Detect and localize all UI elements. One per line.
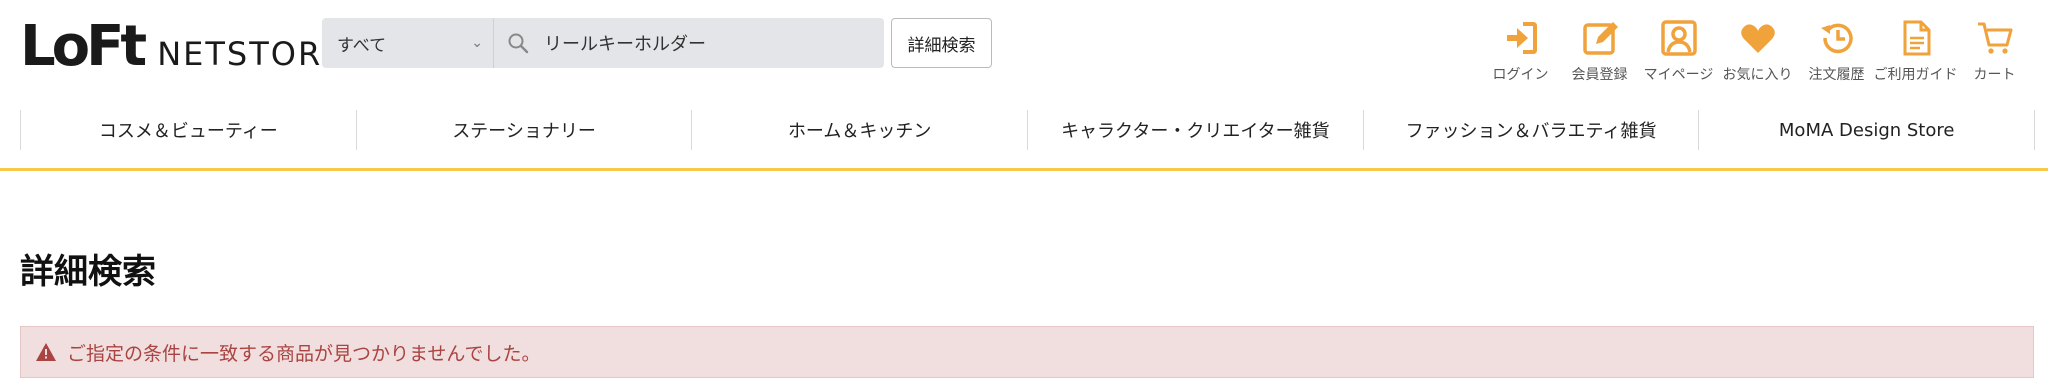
nav-item-moma-design-store[interactable]: MoMA Design Store xyxy=(1699,110,2036,150)
cart-label: カート xyxy=(1973,67,2016,83)
cart-icon xyxy=(1977,22,2012,54)
nav-item-fashion-variety[interactable]: ファッション＆バラエティ雑貨 xyxy=(1364,110,1700,150)
header-icon-menu: ログイン 会員登録 マイページ お気に入り 注文履歴 ご利用ガイド カート xyxy=(1481,18,2034,84)
category-select[interactable]: すべて ⌄ xyxy=(322,18,494,68)
cart-link[interactable]: カート xyxy=(1955,18,2034,84)
favorites-link[interactable]: お気に入り xyxy=(1718,18,1797,84)
chevron-down-icon: ⌄ xyxy=(471,35,483,51)
search-input[interactable] xyxy=(542,31,866,55)
search-icon[interactable] xyxy=(494,32,542,54)
advanced-search-button[interactable]: 詳細検索 xyxy=(891,18,992,68)
nav-item-cosme-beauty[interactable]: コスメ＆ビューティー xyxy=(21,110,357,150)
nav-underline xyxy=(0,168,2048,171)
nav-item-character-goods[interactable]: キャラクター・クリエイター雑貨 xyxy=(1028,110,1364,150)
favorites-label: お気に入り xyxy=(1722,67,1793,83)
no-results-alert: ご指定の条件に一致する商品が見つかりませんでした。 xyxy=(20,326,2034,378)
guide-link[interactable]: ご利用ガイド xyxy=(1873,18,1958,84)
register-icon xyxy=(1582,22,1618,55)
logo-mark: LoFt xyxy=(20,14,147,79)
mypage-icon xyxy=(1660,20,1697,56)
login-link[interactable]: ログイン xyxy=(1481,18,1560,84)
register-link[interactable]: 会員登録 xyxy=(1560,18,1639,84)
order-history-link[interactable]: 注文履歴 xyxy=(1797,18,1876,84)
guide-label: ご利用ガイド xyxy=(1873,67,1958,83)
guide-icon xyxy=(1903,20,1930,56)
category-nav: コスメ＆ビューティー ステーショナリー ホーム＆キッチン キャラクター・クリエイ… xyxy=(20,110,2036,150)
warning-icon xyxy=(36,343,56,361)
page-title: 詳細検索 xyxy=(20,252,156,292)
nav-item-home-kitchen[interactable]: ホーム＆キッチン xyxy=(692,110,1029,150)
history-icon xyxy=(1820,23,1853,54)
login-icon xyxy=(1506,22,1537,54)
category-select-value: すべて xyxy=(337,35,387,56)
mypage-label: マイページ xyxy=(1643,67,1714,83)
register-label: 会員登録 xyxy=(1571,67,1628,83)
search-bar: すべて ⌄ xyxy=(322,18,884,68)
store-logo[interactable]: LoFt NETSTORE xyxy=(20,14,345,79)
nav-item-stationery[interactable]: ステーショナリー xyxy=(357,110,693,150)
login-label: ログイン xyxy=(1492,67,1549,83)
logo-wordmark: NETSTORE xyxy=(157,35,345,73)
order-history-label: 注文履歴 xyxy=(1808,67,1865,83)
alert-message: ご指定の条件に一致する商品が見つかりませんでした。 xyxy=(67,342,541,365)
heart-icon xyxy=(1740,24,1775,53)
mypage-link[interactable]: マイページ xyxy=(1639,18,1718,84)
